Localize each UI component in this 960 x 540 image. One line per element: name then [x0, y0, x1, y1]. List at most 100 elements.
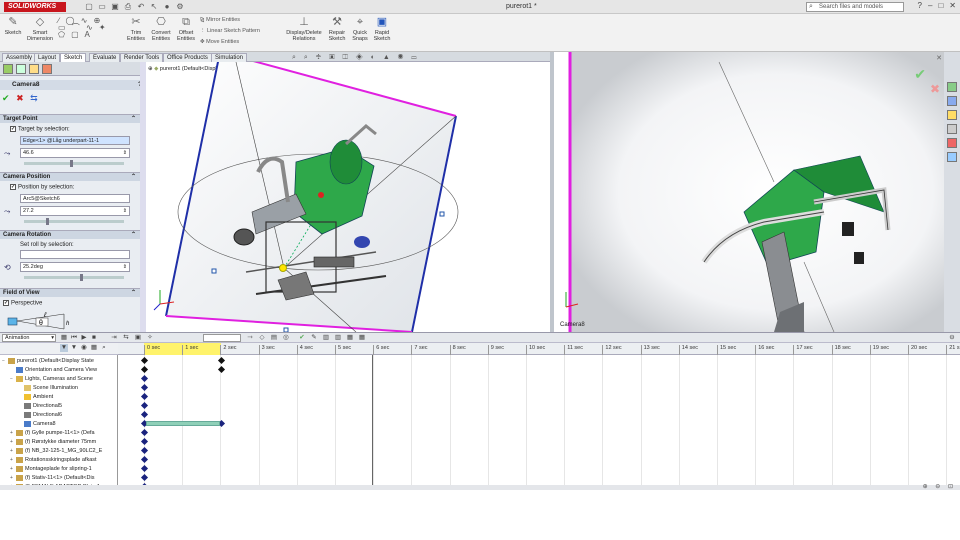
- motion-tree-item[interactable]: − Lights, Cameras and Scene: [10, 375, 93, 383]
- confirm-corner-cancel-icon[interactable]: ✖: [930, 82, 940, 96]
- time-ruler[interactable]: 0 sec 1 sec 2 sec 3 sec 4 sec 5 sec 6 sec 7 sec…: [118, 343, 960, 355]
- camera-position-marker[interactable]: [279, 264, 287, 272]
- filter-animated-icon[interactable]: ▼: [60, 344, 68, 352]
- filter-selected-icon[interactable]: ◉: [80, 344, 88, 352]
- spinner-icon[interactable]: ⇕: [123, 149, 127, 158]
- collapse-icon[interactable]: ⌃: [131, 231, 136, 240]
- ok-button[interactable]: ✔: [2, 93, 10, 103]
- key-point[interactable]: [140, 356, 149, 365]
- options-icon[interactable]: ⚙: [175, 2, 185, 12]
- play-icon[interactable]: ▶: [80, 334, 88, 342]
- display-manager-icon[interactable]: [42, 64, 52, 74]
- target-distance-field[interactable]: ⤳ 46.6 ⇕: [0, 147, 140, 160]
- key-point[interactable]: [217, 365, 226, 374]
- play-from-start-icon[interactable]: ⏮: [70, 334, 78, 342]
- motion-tree-item[interactable]: + Montageplade for slipring-1: [10, 465, 92, 473]
- feature-manager-icon[interactable]: [3, 64, 13, 74]
- quick-snaps-button[interactable]: ⌖ Quick Snaps: [350, 16, 370, 42]
- offset-entities-button[interactable]: ⧉ Offset Entities: [174, 16, 198, 42]
- key-point[interactable]: [217, 356, 226, 365]
- damper-icon[interactable]: ✎: [310, 334, 318, 342]
- key-point[interactable]: [140, 392, 149, 401]
- confirm-corner-ok-icon[interactable]: ✔: [914, 66, 926, 83]
- target-selection-field[interactable]: Edge<1> @Låg underpart-11-1: [20, 135, 130, 145]
- target-point-header[interactable]: Target Point ⌃: [0, 114, 140, 123]
- roll-angle-slider[interactable]: [24, 274, 124, 281]
- key-point[interactable]: [140, 383, 149, 392]
- open-icon[interactable]: ▭: [97, 2, 107, 12]
- linear-pattern-button[interactable]: ⋮ Linear Sketch Pattern: [200, 28, 260, 35]
- target-point-marker[interactable]: [318, 192, 324, 198]
- move-entities-button[interactable]: ✥ Move Entities: [200, 39, 239, 46]
- zoom-timeline-icon[interactable]: ⌕: [100, 344, 108, 352]
- custom-properties-icon[interactable]: [947, 152, 957, 162]
- convert-entities-button[interactable]: ⎔ Convert Entities: [149, 16, 173, 42]
- position-by-selection-checkbox[interactable]: ✓ Position by selection:: [0, 184, 140, 192]
- select-icon[interactable]: ↖: [149, 2, 159, 12]
- stop-icon[interactable]: ■: [90, 334, 98, 342]
- playback-time-select[interactable]: [203, 334, 241, 342]
- field-of-view-header[interactable]: Field of View ⌃: [0, 288, 140, 297]
- contact-icon[interactable]: ▤: [270, 334, 278, 342]
- perspective-checkbox[interactable]: ✓ Perspective: [0, 300, 140, 308]
- collapse-icon[interactable]: ⌃: [131, 115, 136, 124]
- key-point[interactable]: [140, 455, 149, 464]
- gravity-icon[interactable]: ▥: [334, 334, 342, 342]
- resources-icon[interactable]: [947, 82, 957, 92]
- key-point[interactable]: [140, 437, 149, 446]
- motion-tree-item[interactable]: Ambient: [18, 393, 53, 401]
- tab-layout[interactable]: Layout: [34, 53, 61, 62]
- camera-change-bar[interactable]: [146, 421, 220, 426]
- slider-thumb[interactable]: [46, 217, 49, 225]
- sketch-entity-tools[interactable]: ∕ ◯ ∿ ⊕ ▭ ⌒ ∿ ✦ ⬠ ▢ A: [58, 17, 118, 39]
- key-point[interactable]: [140, 464, 149, 473]
- motion-tree-item[interactable]: + (f) NB_32-125-1_MG_90LC2_E: [10, 447, 102, 455]
- cancel-button[interactable]: ✖: [16, 93, 24, 103]
- target-by-selection-checkbox[interactable]: ✓ Target by selection:: [0, 126, 140, 134]
- pushpin-icon[interactable]: ⇆: [30, 93, 38, 103]
- key-point[interactable]: [140, 401, 149, 410]
- relations-button[interactable]: ⊥ Display/Delete Relations: [284, 16, 324, 42]
- motion-tree-item[interactable]: − purerot1 (Default<Display State: [2, 357, 94, 365]
- view-palette-icon[interactable]: [947, 124, 957, 134]
- key-point[interactable]: [140, 428, 149, 437]
- smart-dimension-button[interactable]: ◇ Smart Dimension: [24, 16, 56, 42]
- filter-driving-icon[interactable]: ▼: [70, 344, 78, 352]
- playback-speed-icon[interactable]: ⇥: [110, 334, 118, 342]
- motion-tree-item[interactable]: + Rotationsskiringsplade afkast: [10, 456, 97, 464]
- solidworks-logo[interactable]: SOLIDWORKS: [4, 2, 66, 12]
- roll-selection-field[interactable]: [20, 250, 130, 259]
- spring-icon[interactable]: ✔: [298, 334, 306, 342]
- position-selection-field[interactable]: Arc5@Sketch6: [20, 193, 130, 203]
- animation-wizard-icon[interactable]: ✧: [146, 334, 154, 342]
- results-icon[interactable]: ▦: [346, 334, 354, 342]
- mirror-entities-button[interactable]: ⧎ Mirror Entities: [200, 17, 240, 24]
- add-key-icon[interactable]: ◇: [258, 334, 266, 342]
- save-icon[interactable]: ▣: [110, 2, 120, 12]
- time-bar-cursor[interactable]: [372, 355, 373, 489]
- heads-up-view-toolbar[interactable]: ⌕ ⌕ ✥ ▣ ◫ ◈ ◐ ▲ ◉ ▭: [292, 54, 420, 64]
- tab-evaluate[interactable]: Evaluate: [89, 53, 121, 62]
- property-manager-icon[interactable]: [16, 64, 26, 74]
- sketch-handle[interactable]: [439, 211, 445, 217]
- spinner-icon[interactable]: ⇕: [123, 207, 127, 216]
- configuration-manager-icon[interactable]: [29, 64, 39, 74]
- force-icon[interactable]: ▥: [322, 334, 330, 342]
- sketch-button[interactable]: ✎ Sketch: [2, 16, 24, 36]
- motion-properties-icon[interactable]: ▦: [358, 334, 366, 342]
- collapse-motion-manager-icon[interactable]: ⊖: [948, 334, 956, 342]
- key-point[interactable]: [140, 446, 149, 455]
- collapse-icon[interactable]: ⌃: [131, 289, 136, 298]
- motion-tree-item[interactable]: Camera8: [18, 420, 56, 428]
- camera-position-header[interactable]: Camera Position ⌃: [0, 172, 140, 181]
- motion-tree-item[interactable]: + (f) Stativ-11<1> (Default<Dis: [10, 474, 94, 482]
- target-distance-value[interactable]: 46.6 ⇕: [20, 147, 130, 158]
- motor-icon[interactable]: ◎: [282, 334, 290, 342]
- rebuild-icon[interactable]: ●: [162, 2, 172, 12]
- appearances-icon[interactable]: [947, 138, 957, 148]
- tab-assembly[interactable]: Assembly: [2, 53, 37, 62]
- position-distance-value[interactable]: 27.2 ⇕: [20, 205, 130, 216]
- target-distance-slider[interactable]: [24, 159, 124, 167]
- graphics-area-left[interactable]: ⊕ ◆ purerot1 (Default<Display: [146, 62, 550, 332]
- tab-office-products[interactable]: Office Products: [163, 53, 212, 62]
